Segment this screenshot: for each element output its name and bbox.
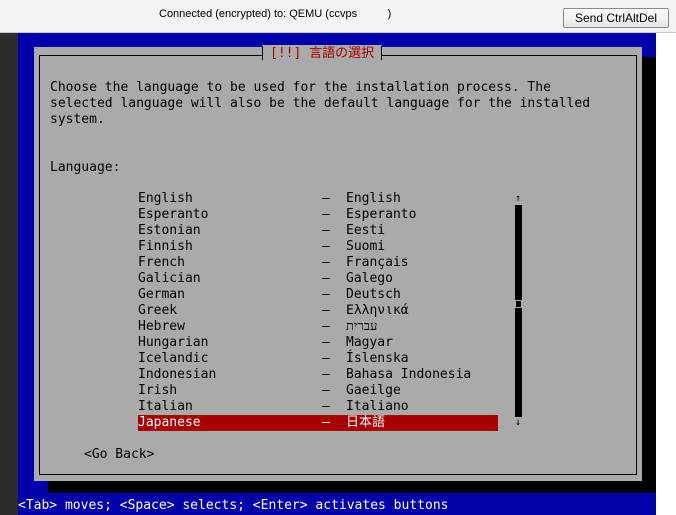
language-native-name: Eesti xyxy=(346,223,386,238)
separator-dash: – xyxy=(322,239,330,254)
separator-dash: – xyxy=(322,399,330,414)
send-ctrl-alt-del-button[interactable]: Send CtrlAltDel xyxy=(563,8,669,28)
left-edge xyxy=(0,33,18,515)
language-native-name: Magyar xyxy=(346,335,393,350)
language-native-name: עברית xyxy=(346,319,378,334)
separator-dash: – xyxy=(322,191,330,206)
language-option-hungarian[interactable]: Hungarian – Magyar xyxy=(138,335,498,351)
language-option-french[interactable]: French – Français xyxy=(138,255,498,271)
dialog-description: Choose the language to be used for the i… xyxy=(50,80,591,127)
scroll-track[interactable] xyxy=(515,205,522,417)
language-label: Language: xyxy=(50,160,121,175)
language-name: Greek xyxy=(138,303,178,318)
language-name: Irish xyxy=(138,383,178,398)
vm-screen: [!!] 言語の選択 Choose the language to be use… xyxy=(0,33,676,515)
language-option-hebrew[interactable]: Hebrew – עברית xyxy=(138,319,498,335)
language-native-name: English xyxy=(346,191,401,206)
language-option-italian[interactable]: Italian – Italiano xyxy=(138,399,498,415)
language-native-name: Suomi xyxy=(346,239,386,254)
separator-dash: – xyxy=(322,287,330,302)
language-option-galician[interactable]: Galician – Galego xyxy=(138,271,498,287)
language-name: English xyxy=(138,191,193,206)
language-name: Indonesian xyxy=(138,367,217,382)
separator-dash: – xyxy=(322,335,330,350)
language-name: Hungarian xyxy=(138,335,209,350)
language-native-name: Italiano xyxy=(346,399,409,414)
language-native-name: Gaeilge xyxy=(346,383,401,398)
separator-dash: – xyxy=(322,255,330,270)
separator-dash: – xyxy=(322,303,330,318)
separator-dash: – xyxy=(322,351,330,366)
language-native-name: Ελληνικά xyxy=(346,303,409,318)
language-native-name: Deutsch xyxy=(346,287,401,302)
language-option-german[interactable]: German – Deutsch xyxy=(138,287,498,303)
language-native-name: Galego xyxy=(346,271,393,286)
language-option-japanese[interactable]: Japanese – 日本語 xyxy=(138,415,498,431)
dialog-shadow-right xyxy=(642,57,656,493)
language-option-greek[interactable]: Greek – Ελληνικά xyxy=(138,303,498,319)
language-option-icelandic[interactable]: Icelandic – Íslenska xyxy=(138,351,498,367)
scroll-down-arrow-icon[interactable]: ↓ xyxy=(513,415,523,431)
language-option-indonesian[interactable]: Indonesian – Bahasa Indonesia xyxy=(138,367,498,383)
language-option-irish[interactable]: Irish – Gaeilge xyxy=(138,383,498,399)
language-name: German xyxy=(138,287,185,302)
language-option-estonian[interactable]: Estonian – Eesti xyxy=(138,223,498,239)
separator-dash: – xyxy=(322,319,330,334)
scrollbar[interactable]: ↑ ↓ xyxy=(513,191,523,431)
separator-dash: – xyxy=(322,207,330,222)
language-option-esperanto[interactable]: Esperanto – Esperanto xyxy=(138,207,498,223)
language-name: Japanese xyxy=(138,415,201,430)
language-name: French xyxy=(138,255,185,270)
language-native-name: Bahasa Indonesia xyxy=(346,367,472,382)
language-option-english[interactable]: English – English xyxy=(138,191,498,207)
connection-status: Connected (encrypted) to: QEMU (ccvps ) xyxy=(159,8,392,20)
language-native-name: Íslenska xyxy=(346,351,409,366)
separator-dash: – xyxy=(322,367,330,382)
go-back-button[interactable]: <Go Back> xyxy=(84,447,154,463)
language-name: Estonian xyxy=(138,223,201,238)
language-option-finnish[interactable]: Finnish – Suomi xyxy=(138,239,498,255)
language-name: Hebrew xyxy=(138,319,185,334)
vnc-toolbar: Connected (encrypted) to: QEMU (ccvps ) … xyxy=(0,0,676,33)
dialog-title: [!!] 言語の選択 xyxy=(262,45,383,63)
dialog-shadow-bottom xyxy=(48,481,656,493)
separator-dash: – xyxy=(322,383,330,398)
language-name: Finnish xyxy=(138,239,193,254)
language-name: Italian xyxy=(138,399,193,414)
separator-dash: – xyxy=(322,223,330,238)
language-native-name: Esperanto xyxy=(346,207,417,222)
help-line: <Tab> moves; <Space> selects; <Enter> ac… xyxy=(18,498,449,513)
right-edge xyxy=(656,33,676,515)
separator-dash: – xyxy=(322,271,330,286)
separator-dash: – xyxy=(322,415,330,430)
language-native-name: Français xyxy=(346,255,409,270)
scroll-thumb[interactable] xyxy=(515,300,522,308)
language-dialog: [!!] 言語の選択 Choose the language to be use… xyxy=(34,45,642,481)
language-name: Esperanto xyxy=(138,207,209,222)
language-list[interactable]: English – English Esperanto – Esperanto Estoni… xyxy=(138,191,498,431)
language-name: Galician xyxy=(138,271,201,286)
language-name: Icelandic xyxy=(138,351,209,366)
language-native-name: 日本語 xyxy=(346,415,386,430)
